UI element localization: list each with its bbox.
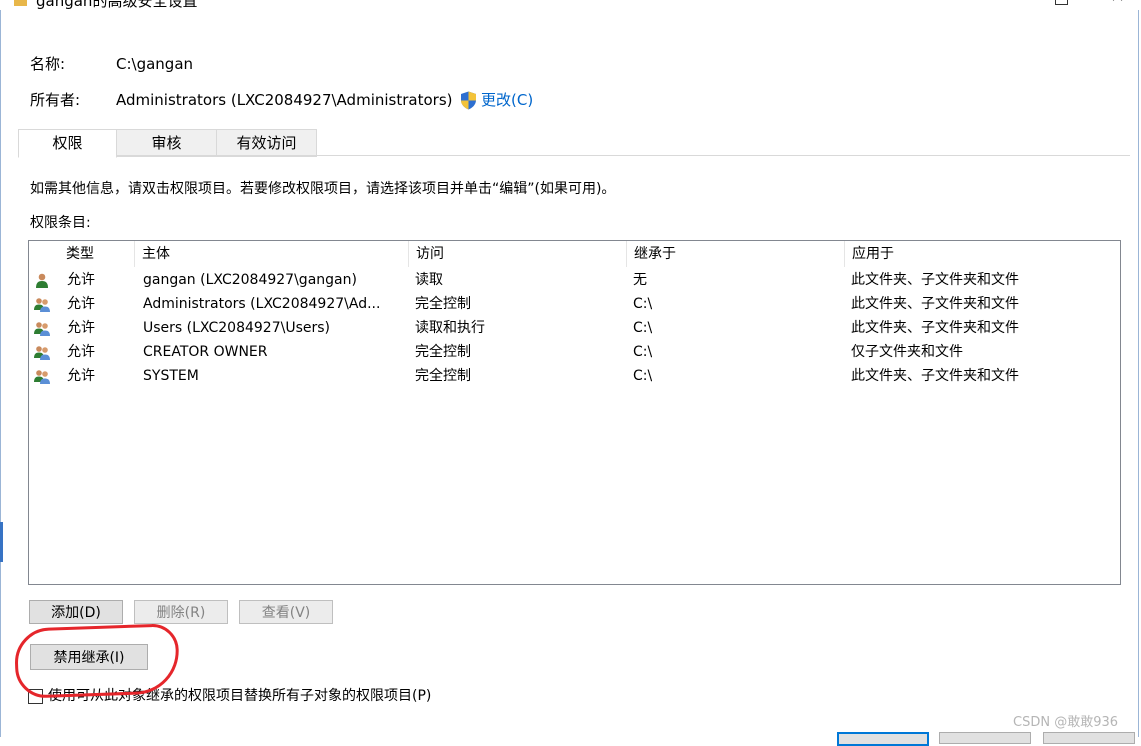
disable-inheritance-button[interactable]: 禁用继承(I) [30, 644, 148, 670]
permission-entries-list[interactable]: 类型 主体 访问 继承于 应用于 允许 gangan (LXC2084927\g… [28, 240, 1121, 585]
user-icon [36, 273, 48, 288]
cell-principal: gangan (LXC2084927\gangan) [143, 272, 357, 288]
uac-shield-icon [461, 91, 476, 110]
cell-inherited-from: C:\ [633, 344, 653, 360]
cell-inherited-from: C:\ [633, 320, 653, 336]
cell-type: 允许 [67, 368, 95, 384]
name-value: C:\gangan [116, 55, 194, 73]
window-title: gangan的高级安全设置 [36, 0, 198, 10]
table-row[interactable]: 允许 SYSTEM 完全控制 C:\ 此文件夹、子文件夹和文件 [29, 364, 1120, 388]
cell-type: 允许 [67, 296, 95, 312]
table-row[interactable]: 允许 CREATOR OWNER 完全控制 C:\ 仅子文件夹和文件 [29, 340, 1120, 364]
window-border-left [0, 10, 1, 737]
folder-icon [14, 0, 27, 6]
owner-label: 所有者: [30, 91, 81, 109]
cell-type: 允许 [67, 320, 95, 336]
cell-type: 允许 [67, 272, 95, 288]
cell-inherited-from: 无 [633, 272, 647, 288]
tab-divider [18, 155, 1130, 156]
cell-inherited-from: C:\ [633, 296, 653, 312]
view-button[interactable]: 查看(V) [239, 600, 333, 624]
cell-applies-to: 此文件夹、子文件夹和文件 [851, 320, 1019, 336]
permission-entries-label: 权限条目: [30, 215, 91, 231]
change-owner-link[interactable]: 更改(C) [481, 90, 533, 110]
cell-access: 完全控制 [415, 368, 471, 384]
table-row[interactable]: 允许 Administrators (LXC2084927\Ad... 完全控制… [29, 292, 1120, 316]
name-label: 名称: [30, 55, 66, 73]
group-icon [34, 322, 50, 336]
list-header: 类型 主体 访问 继承于 应用于 [29, 241, 1120, 267]
maximize-button[interactable] [1055, 0, 1068, 5]
window-titlebar: gangan的高级安全设置 ✕ [0, 0, 1141, 10]
column-header-applies-to[interactable]: 应用于 [846, 241, 1120, 267]
cell-access: 完全控制 [415, 344, 471, 360]
tab-effective-access[interactable]: 有效访问 [216, 129, 317, 157]
table-row[interactable]: 允许 Users (LXC2084927\Users) 读取和执行 C:\ 此文… [29, 316, 1120, 340]
cell-inherited-from: C:\ [633, 368, 653, 384]
column-header-type[interactable]: 类型 [60, 241, 135, 267]
advanced-security-dialog: 名称: C:\gangan 所有者: Administrators (LXC20… [13, 34, 1133, 737]
cell-principal: SYSTEM [143, 368, 199, 384]
cell-applies-to: 此文件夹、子文件夹和文件 [851, 272, 1019, 288]
cell-applies-to: 仅子文件夹和文件 [851, 344, 963, 360]
group-icon [34, 370, 50, 384]
apply-button[interactable] [1043, 732, 1135, 744]
cell-applies-to: 此文件夹、子文件夹和文件 [851, 368, 1019, 384]
info-text: 如需其他信息，请双击权限项目。若要修改权限项目，请选择该项目并单击“编辑”(如果… [30, 181, 616, 197]
cancel-button[interactable] [939, 732, 1031, 744]
group-icon [34, 298, 50, 312]
tab-permissions[interactable]: 权限 [18, 129, 117, 158]
replace-child-permissions-label[interactable]: 使用可从此对象继承的权限项目替换所有子对象的权限项目(P) [48, 686, 431, 706]
remove-button[interactable]: 删除(R) [134, 600, 228, 624]
cell-applies-to: 此文件夹、子文件夹和文件 [851, 296, 1019, 312]
cell-access: 读取 [415, 272, 443, 288]
add-button[interactable]: 添加(D) [29, 600, 123, 624]
column-header-inherited-from[interactable]: 继承于 [628, 241, 845, 267]
cell-principal: Users (LXC2084927\Users) [143, 320, 330, 336]
cell-principal: Administrators (LXC2084927\Ad... [143, 296, 381, 312]
close-button[interactable]: ✕ [1110, 0, 1125, 7]
watermark: CSDN @敢敢936 [1013, 715, 1119, 730]
cell-principal: CREATOR OWNER [143, 344, 268, 360]
tab-auditing[interactable]: 审核 [116, 129, 217, 157]
column-header-principal[interactable]: 主体 [136, 241, 409, 267]
window-border-accent [0, 522, 3, 562]
column-header-access[interactable]: 访问 [410, 241, 627, 267]
cell-type: 允许 [67, 344, 95, 360]
owner-value: Administrators (LXC2084927\Administrator… [116, 91, 453, 109]
table-row[interactable]: 允许 gangan (LXC2084927\gangan) 读取 无 此文件夹、… [29, 268, 1120, 292]
cell-access: 读取和执行 [415, 320, 485, 336]
group-icon [34, 346, 50, 360]
cell-access: 完全控制 [415, 296, 471, 312]
ok-button[interactable] [837, 732, 929, 746]
window-border-right [1138, 10, 1139, 737]
replace-child-permissions-checkbox[interactable] [28, 689, 43, 704]
